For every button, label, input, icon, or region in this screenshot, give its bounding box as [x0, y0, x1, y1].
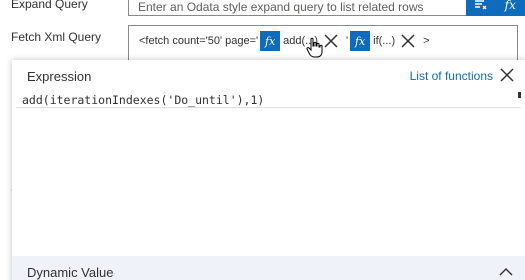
expand-query-input[interactable]: Enter an Odata style expand query to lis… [128, 0, 518, 16]
hand-cursor-icon [306, 37, 323, 58]
fetch-xml-content: <fetch count='50' page=' fx add(...) ' f… [139, 30, 436, 52]
close-icon[interactable] [499, 67, 515, 83]
expression-editor[interactable]: add(iterationIndexes('Do_until'),1) [16, 92, 521, 108]
dynamic-value-section[interactable]: Dynamic Value [12, 256, 525, 280]
close-icon[interactable] [399, 32, 417, 50]
dynamic-content-button[interactable] [470, 0, 492, 14]
field-actions-bar: fx [466, 0, 525, 16]
fetch-text-prefix: <fetch count='50' page=' [139, 35, 259, 47]
scrollbar-thumb[interactable] [518, 92, 521, 98]
expand-query-label: Expand Query [11, 0, 88, 11]
fetch-text-quote: ' [346, 35, 349, 47]
expression-fx-button[interactable]: fx [499, 0, 521, 14]
token-if-label[interactable]: if(...) [373, 35, 395, 47]
expression-text: add(iterationIndexes('Do_until'),1) [22, 93, 265, 107]
expression-panel: Expression List of functions add(iterati… [12, 60, 525, 280]
dynamic-value-title: Dynamic Value [27, 265, 114, 280]
fx-icon: fx [504, 0, 516, 12]
chevron-up-icon[interactable] [499, 268, 513, 276]
dynamic-content-icon [474, 0, 487, 10]
list-of-functions-link[interactable]: List of functions [410, 69, 493, 83]
fx-icon: fx [350, 31, 371, 51]
expression-panel-header: Expression List of functions [12, 60, 525, 92]
fetch-xml-query-label: Fetch Xml Query [11, 30, 102, 44]
expand-query-placeholder: Enter an Odata style expand query to lis… [138, 0, 424, 14]
fetch-text-tail: > [423, 35, 430, 47]
fx-icon: fx [260, 31, 281, 51]
panel-title: Expression [27, 69, 92, 84]
